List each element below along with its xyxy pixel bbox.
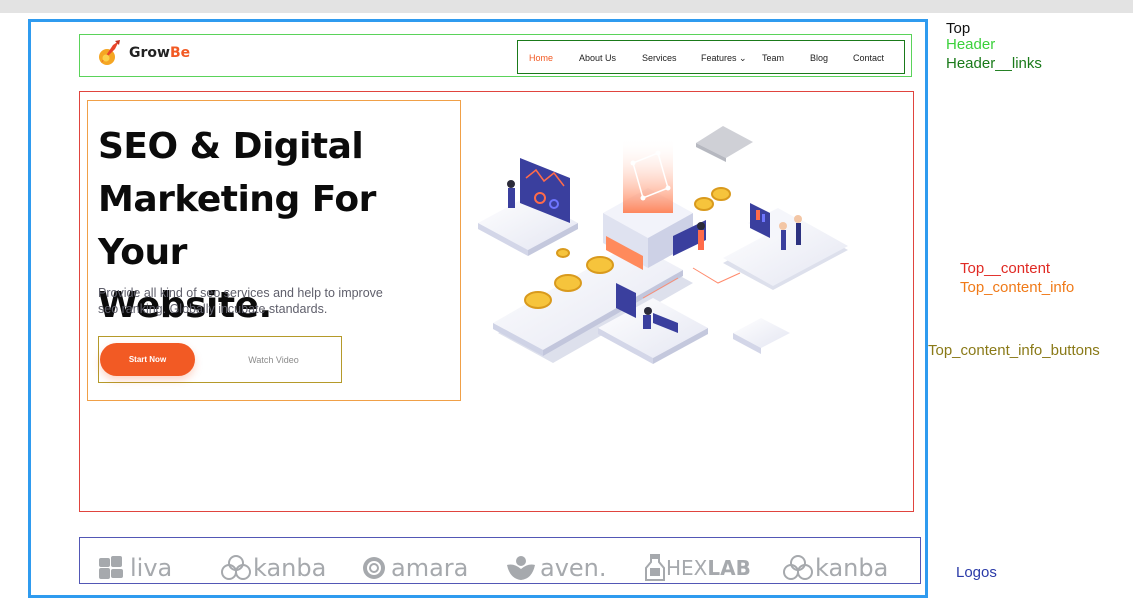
brand-logo[interactable]: GrowBe — [97, 39, 190, 67]
logo-hexlab: HEX LAB — [644, 554, 751, 582]
start-now-button[interactable]: Start Now — [100, 343, 195, 376]
annotation-top-content: Top__content — [960, 260, 1051, 277]
nav-home[interactable]: Home — [529, 53, 553, 63]
logo-kanba: kanba — [219, 554, 326, 582]
brand-name: GrowBe — [129, 45, 191, 61]
hero-description-line: Provide all kind of seo services and hel… — [98, 286, 383, 300]
logo-name: HEX — [666, 556, 708, 580]
annotation-top: Top — [946, 20, 971, 37]
hero-description: Provide all kind of seo services and hel… — [98, 285, 428, 317]
logo-name: kanba — [253, 554, 327, 582]
annotation-logos: Logos — [956, 564, 997, 581]
annotation-top-content-info: Top_content_info — [960, 279, 1075, 296]
flask-icon — [645, 554, 665, 581]
logo-name-bold: LAB — [707, 556, 751, 580]
nav-blog[interactable]: Blog — [810, 53, 828, 63]
watch-video-button[interactable]: Watch Video — [226, 343, 321, 376]
hero-title-line: SEO & Digital — [98, 126, 364, 167]
hero-description-line: seo ranking. Globally incubate standards… — [98, 302, 328, 316]
nav-features[interactable]: Features ⌄ — [701, 53, 747, 64]
annotation-header: Header — [946, 36, 996, 53]
puzzle-icon — [99, 556, 123, 579]
logo-name: liva — [130, 554, 173, 582]
logo-kanba-2: kanba — [781, 554, 888, 582]
logo-name: amara — [391, 554, 469, 582]
knot-icon — [221, 555, 251, 580]
ring-icon — [363, 557, 385, 579]
hero-title-line: Marketing For Your — [98, 179, 376, 273]
leaf-icon — [507, 556, 535, 580]
header-links: Home About Us Services Features ⌄ Team B… — [517, 40, 905, 74]
logo-aven: aven. — [506, 554, 607, 582]
logo-amara: amara — [362, 554, 468, 582]
nav-contact[interactable]: Contact — [853, 53, 884, 63]
nav-services[interactable]: Services — [642, 53, 677, 63]
logo-name: aven. — [540, 554, 607, 582]
browser-top-strip — [0, 0, 1133, 13]
annotation-header-links: Header__links — [946, 55, 1042, 72]
rocket-icon — [99, 40, 120, 65]
knot-icon — [783, 555, 813, 580]
annotation-top-content-info-buttons: Top_content_info_buttons — [928, 342, 1100, 359]
logo-liva: liva — [99, 554, 172, 582]
isometric-illustration — [478, 126, 848, 364]
nav-about-us[interactable]: About Us — [579, 53, 616, 63]
nav-team[interactable]: Team — [762, 53, 784, 63]
logo-name: kanba — [815, 554, 889, 582]
